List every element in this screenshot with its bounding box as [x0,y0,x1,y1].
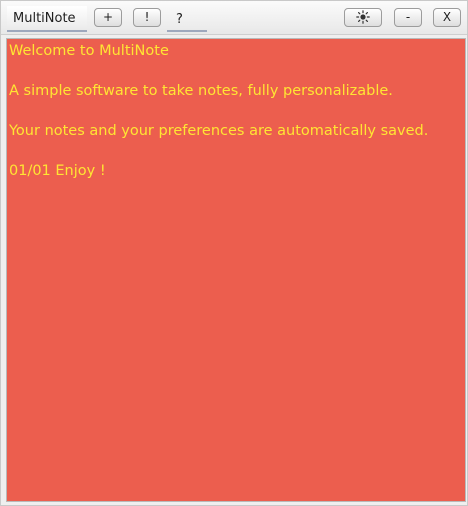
note-line-description: A simple software to take notes, fully p… [9,83,393,99]
note-line-autosave: Your notes and your preferences are auto… [9,123,429,139]
add-note-button[interactable]: + [94,8,122,27]
important-button[interactable]: ! [133,8,161,27]
app-title-tab[interactable]: MultiNote [7,6,87,32]
app-window: MultiNote + ! ? - X Welcome to MultiNote… [0,0,468,506]
help-tab[interactable]: ? [167,6,207,32]
close-button[interactable]: X [433,8,461,27]
note-line-title: Welcome to MultiNote [9,43,169,59]
sun-icon [356,9,370,24]
note-line-date: 01/01 Enjoy ! [9,163,106,179]
minimize-button[interactable]: - [394,8,422,27]
theme-button[interactable] [344,8,382,27]
note-text-area[interactable]: Welcome to MultiNote A simple software t… [6,38,466,502]
toolbar: MultiNote + ! ? - X [1,1,467,35]
